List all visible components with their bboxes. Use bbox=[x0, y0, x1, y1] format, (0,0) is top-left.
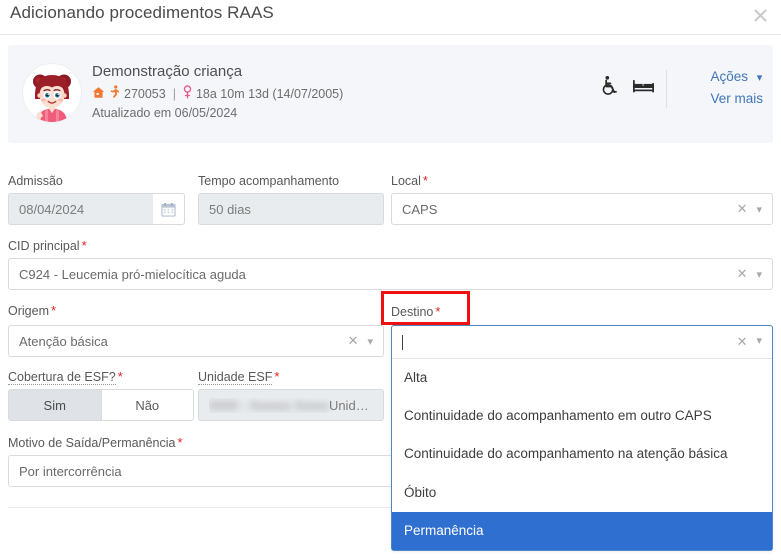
label-unidade-esf: Unidade ESF * bbox=[198, 369, 280, 385]
patient-record-id: 270053 bbox=[124, 86, 166, 101]
label-origem: Origem * bbox=[8, 303, 57, 318]
destino-adornments: ✕ ▾ bbox=[737, 334, 762, 350]
required-marker: * bbox=[117, 369, 123, 384]
destino-option[interactable]: Alta bbox=[392, 359, 772, 397]
label-local: Local * bbox=[391, 173, 428, 188]
destino-option-list[interactable]: Alta Continuidade do acompanhamento em o… bbox=[392, 358, 772, 551]
runner-icon bbox=[109, 85, 120, 102]
label-tempo-acompanhamento: Tempo acompanhamento bbox=[198, 174, 340, 188]
cobertura-esf-option-sim[interactable]: Sim bbox=[9, 390, 101, 420]
actions-menu-button[interactable]: Ações ▾ bbox=[710, 69, 763, 84]
banner-icon-group bbox=[599, 75, 655, 101]
unidade-esf-suffix: Unidade d bbox=[328, 397, 373, 413]
required-marker: * bbox=[435, 304, 441, 319]
banner-link-group: Ações ▾ Ver mais bbox=[710, 69, 763, 113]
close-icon[interactable] bbox=[747, 4, 773, 30]
destino-input[interactable]: ✕ ▾ bbox=[392, 326, 772, 358]
chevron-down-icon: ▾ bbox=[756, 72, 763, 84]
admissao-input[interactable]: 08/04/2024 bbox=[8, 193, 153, 225]
banner-divider bbox=[666, 70, 667, 108]
chevron-down-icon[interactable]: ▾ bbox=[756, 203, 762, 216]
local-select[interactable]: CAPS ✕ ▾ bbox=[391, 193, 773, 225]
destino-combobox[interactable]: ✕ ▾ Alta Continuidade do acompanhamento … bbox=[391, 325, 773, 552]
chevron-down-icon[interactable]: ▾ bbox=[756, 268, 762, 281]
required-marker: * bbox=[81, 238, 87, 253]
cid-principal-select[interactable]: C924 - Leucemia pró-mielocítica aguda ✕ … bbox=[8, 258, 773, 290]
label-cid-principal: CID principal * bbox=[8, 238, 87, 253]
clear-icon[interactable]: ✕ bbox=[737, 201, 748, 217]
patient-updated: Atualizado em 06/05/2024 bbox=[92, 106, 238, 120]
house-icon bbox=[92, 86, 105, 102]
required-marker: * bbox=[50, 303, 57, 318]
clear-icon[interactable]: ✕ bbox=[737, 334, 748, 350]
chevron-down-icon[interactable]: ▾ bbox=[756, 334, 762, 350]
text-cursor bbox=[402, 334, 403, 350]
avatar bbox=[22, 63, 82, 123]
bed-icon[interactable] bbox=[632, 75, 655, 101]
origem-select-adornments: ✕ ▾ bbox=[348, 333, 373, 349]
page-title: Adicionando procedimentos RAAS bbox=[10, 3, 274, 22]
label-motivo-saida: Motivo de Saída/Permanência * bbox=[8, 435, 183, 450]
cobertura-esf-option-nao[interactable]: Não bbox=[100, 390, 193, 420]
destino-option[interactable]: Continuidade do acompanhamento em outro … bbox=[392, 397, 772, 435]
see-more-link[interactable]: Ver mais bbox=[710, 91, 763, 106]
patient-meta: 270053 | 18a 10m 13d (14/07/2005) bbox=[92, 85, 343, 102]
chevron-down-icon[interactable]: ▾ bbox=[367, 335, 373, 348]
required-marker: * bbox=[422, 173, 428, 188]
clear-icon[interactable]: ✕ bbox=[348, 333, 359, 349]
meta-separator: | bbox=[172, 86, 176, 101]
clear-icon[interactable]: ✕ bbox=[737, 266, 748, 282]
required-marker: * bbox=[274, 369, 280, 384]
label-destino: Destino * bbox=[391, 304, 441, 319]
calendar-icon[interactable] bbox=[153, 193, 185, 225]
destino-option[interactable]: Óbito bbox=[392, 474, 772, 512]
cid-select-adornments: ✕ ▾ bbox=[737, 266, 762, 282]
required-marker: * bbox=[177, 435, 183, 450]
label-admissao: Admissão bbox=[8, 174, 63, 188]
cobertura-esf-toggle[interactable]: Sim Não bbox=[8, 389, 194, 421]
redacted-text: 0000 - Xxxxxx Xxxxx bbox=[209, 397, 329, 413]
avatar-illustration bbox=[23, 64, 81, 122]
close-glyph bbox=[754, 9, 766, 22]
destino-option[interactable]: Continuidade do acompanhamento na atençã… bbox=[392, 435, 772, 473]
origem-select[interactable]: Atenção básica ✕ ▾ bbox=[8, 325, 384, 357]
wheelchair-icon[interactable] bbox=[599, 75, 620, 101]
unidade-esf-input: 0000 - Xxxxxx XxxxxUnidade d bbox=[198, 389, 384, 421]
local-select-adornments: ✕ ▾ bbox=[737, 201, 762, 217]
tempo-acompanhamento-input: 50 dias bbox=[198, 193, 384, 225]
label-cobertura-esf: Cobertura de ESF? * bbox=[8, 369, 123, 385]
modal-header: Adicionando procedimentos RAAS bbox=[0, 0, 781, 35]
actions-label: Ações bbox=[710, 69, 748, 84]
patient-name: Demonstração criança bbox=[92, 63, 243, 80]
unidade-esf-value: 0000 - Xxxxxx XxxxxUnidade d bbox=[209, 398, 373, 413]
patient-age: 18a 10m 13d (14/07/2005) bbox=[195, 86, 344, 101]
patient-banner: Demonstração criança 270053 | 18a 10m 13… bbox=[8, 45, 773, 143]
female-gender-icon bbox=[183, 85, 192, 102]
destino-option-selected[interactable]: Permanência bbox=[392, 511, 772, 551]
calendar-glyph bbox=[161, 202, 176, 217]
